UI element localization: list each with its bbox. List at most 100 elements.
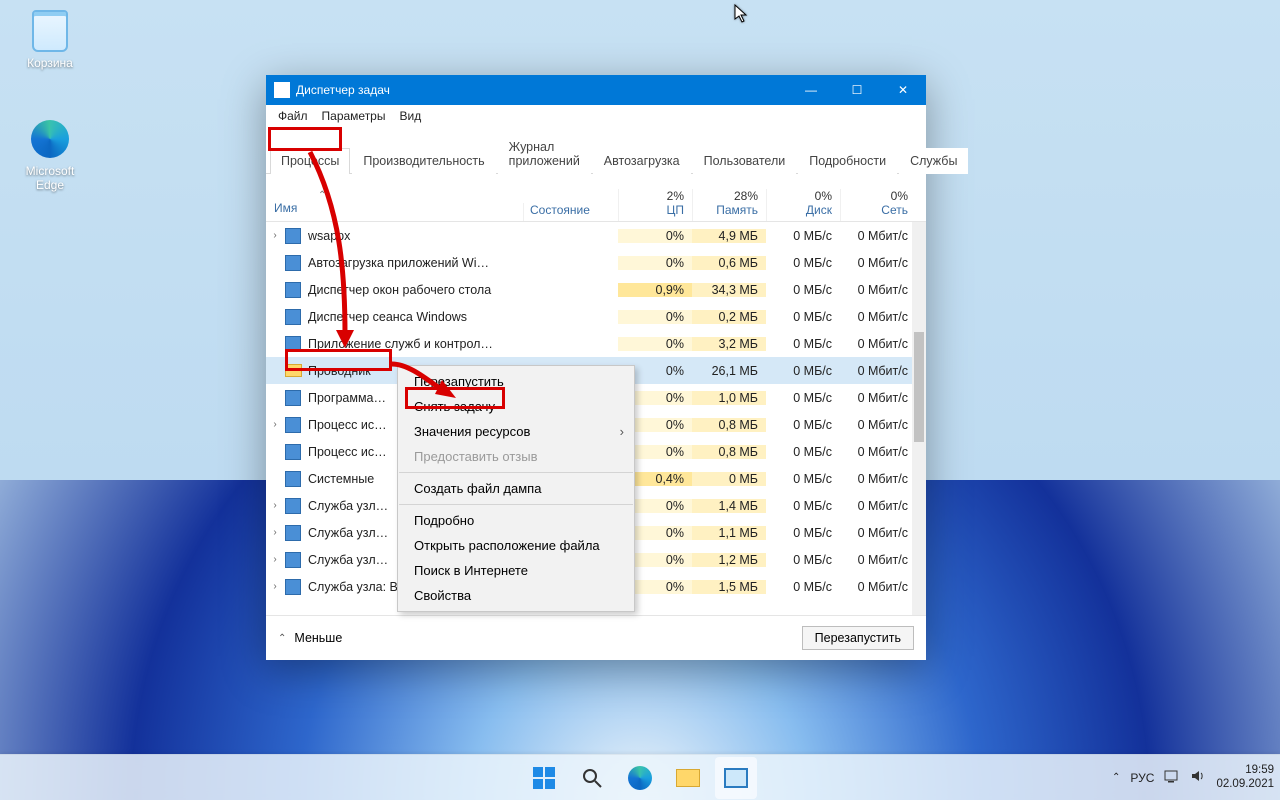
desktop-icon-edge[interactable]: Microsoft Edge bbox=[12, 118, 88, 192]
col-mem[interactable]: Память bbox=[693, 203, 758, 217]
ctx-open-location[interactable]: Открыть расположение файла bbox=[398, 533, 634, 558]
ctx-search-online[interactable]: Поиск в Интернете bbox=[398, 558, 634, 583]
ctx-end-task[interactable]: Снять задачу bbox=[398, 394, 634, 419]
minimize-button[interactable]: — bbox=[788, 75, 834, 105]
ctx-restart[interactable]: Перезапустить bbox=[398, 369, 634, 394]
tray-network-icon[interactable] bbox=[1164, 769, 1180, 786]
ctx-details[interactable]: Подробно bbox=[398, 508, 634, 533]
process-net: 0 Мбит/с bbox=[840, 553, 912, 567]
tab-app-history[interactable]: Журнал приложений bbox=[498, 134, 591, 174]
tray-clock[interactable]: 19:59 02.09.2021 bbox=[1216, 764, 1274, 790]
process-disk: 0 МБ/с bbox=[766, 310, 840, 324]
col-state[interactable]: Состояние bbox=[530, 203, 610, 217]
expand-icon[interactable]: › bbox=[266, 554, 284, 565]
taskbar-edge[interactable] bbox=[619, 757, 661, 799]
process-disk: 0 МБ/с bbox=[766, 256, 840, 270]
titlebar[interactable]: Диспетчер задач — ☐ ✕ bbox=[266, 75, 926, 105]
tray-time: 19:59 bbox=[1216, 764, 1274, 777]
disk-pct: 0% bbox=[767, 189, 832, 203]
ctx-properties[interactable]: Свойства bbox=[398, 583, 634, 608]
context-menu: Перезапустить Снять задачу Значения ресу… bbox=[397, 365, 635, 612]
file-explorer-icon bbox=[676, 769, 700, 787]
menu-options[interactable]: Параметры bbox=[316, 107, 392, 125]
process-disk: 0 МБ/с bbox=[766, 418, 840, 432]
process-net: 0 Мбит/с bbox=[840, 472, 912, 486]
taskbar-center bbox=[523, 757, 757, 799]
edge-icon bbox=[628, 766, 652, 790]
restart-button[interactable]: Перезапустить bbox=[802, 626, 914, 650]
tab-details[interactable]: Подробности bbox=[798, 148, 897, 174]
col-disk[interactable]: Диск bbox=[767, 203, 832, 217]
process-net: 0 Мбит/с bbox=[840, 364, 912, 378]
taskbar: ⌃ РУС 19:59 02.09.2021 bbox=[0, 754, 1280, 800]
fewer-details-link[interactable]: Меньше bbox=[294, 631, 342, 645]
process-mem: 4,9 МБ bbox=[692, 229, 766, 243]
process-cpu: 0% bbox=[618, 229, 692, 243]
process-name: wsappx bbox=[308, 229, 538, 243]
col-cpu[interactable]: ЦП bbox=[619, 203, 684, 217]
vertical-scrollbar[interactable] bbox=[912, 222, 926, 615]
tab-services[interactable]: Службы bbox=[899, 148, 968, 174]
ctx-sep-1 bbox=[399, 472, 633, 473]
ctx-resource-values[interactable]: Значения ресурсов bbox=[398, 419, 634, 444]
process-net: 0 Мбит/с bbox=[840, 337, 912, 351]
desktop-icon-recycle-bin[interactable]: Корзина bbox=[12, 10, 88, 70]
process-icon bbox=[284, 498, 302, 514]
process-row[interactable]: Автозагрузка приложений Wi…0%0,6 МБ0 МБ/… bbox=[266, 249, 926, 276]
tab-startup[interactable]: Автозагрузка bbox=[593, 148, 691, 174]
scrollbar-thumb[interactable] bbox=[914, 332, 924, 442]
tab-performance[interactable]: Производительность bbox=[352, 148, 495, 174]
close-button[interactable]: ✕ bbox=[880, 75, 926, 105]
col-net[interactable]: Сеть bbox=[841, 203, 908, 217]
process-disk: 0 МБ/с bbox=[766, 337, 840, 351]
process-mem: 0 МБ bbox=[692, 472, 766, 486]
col-name[interactable]: Имя bbox=[274, 201, 515, 215]
expand-icon[interactable]: › bbox=[266, 527, 284, 538]
expand-icon[interactable]: › bbox=[266, 500, 284, 511]
expand-icon[interactable]: › bbox=[266, 230, 284, 241]
process-disk: 0 МБ/с bbox=[766, 445, 840, 459]
process-mem: 34,3 МБ bbox=[692, 283, 766, 297]
process-row[interactable]: Диспетчер сеанса Windows0%0,2 МБ0 МБ/с0 … bbox=[266, 303, 926, 330]
expand-icon[interactable]: › bbox=[266, 581, 284, 592]
task-manager-taskbar-icon bbox=[724, 768, 748, 788]
process-row[interactable]: › wsappx 0%4,9 МБ0 МБ/с0 Мбит/с bbox=[266, 222, 926, 249]
process-cpu: 0% bbox=[618, 310, 692, 324]
process-mem: 0,8 МБ bbox=[692, 418, 766, 432]
ctx-sep-2 bbox=[399, 504, 633, 505]
process-row[interactable]: Диспетчер окон рабочего стола0,9%34,3 МБ… bbox=[266, 276, 926, 303]
process-cpu: 0,9% bbox=[618, 283, 692, 297]
process-net: 0 Мбит/с bbox=[840, 229, 912, 243]
process-mem: 0,2 МБ bbox=[692, 310, 766, 324]
menu-view[interactable]: Вид bbox=[393, 107, 427, 125]
process-disk: 0 МБ/с bbox=[766, 364, 840, 378]
tray-language[interactable]: РУС bbox=[1130, 771, 1154, 785]
start-button[interactable] bbox=[523, 757, 565, 799]
process-icon bbox=[284, 552, 302, 568]
expand-icon[interactable]: › bbox=[266, 419, 284, 430]
process-disk: 0 МБ/с bbox=[766, 499, 840, 513]
process-mem: 1,5 МБ bbox=[692, 580, 766, 594]
taskbar-explorer[interactable] bbox=[667, 757, 709, 799]
ctx-create-dump[interactable]: Создать файл дампа bbox=[398, 476, 634, 501]
process-name: Автозагрузка приложений Wi… bbox=[308, 256, 538, 270]
process-cpu: 0% bbox=[618, 256, 692, 270]
search-icon bbox=[580, 766, 604, 790]
taskbar-search[interactable] bbox=[571, 757, 613, 799]
process-mem: 1,4 МБ bbox=[692, 499, 766, 513]
window-title: Диспетчер задач bbox=[296, 83, 390, 97]
process-disk: 0 МБ/с bbox=[766, 229, 840, 243]
process-icon bbox=[284, 417, 302, 433]
maximize-button[interactable]: ☐ bbox=[834, 75, 880, 105]
process-net: 0 Мбит/с bbox=[840, 256, 912, 270]
process-row[interactable]: Приложение служб и контрол…0%3,2 МБ0 МБ/… bbox=[266, 330, 926, 357]
tab-users[interactable]: Пользователи bbox=[693, 148, 797, 174]
taskbar-running-app[interactable] bbox=[715, 757, 757, 799]
process-disk: 0 МБ/с bbox=[766, 580, 840, 594]
tray-overflow-icon[interactable]: ⌃ bbox=[1112, 772, 1120, 783]
tab-processes[interactable]: Процессы bbox=[270, 148, 350, 174]
process-mem: 1,1 МБ bbox=[692, 526, 766, 540]
process-disk: 0 МБ/с bbox=[766, 283, 840, 297]
menu-file[interactable]: Файл bbox=[272, 107, 314, 125]
tray-volume-icon[interactable] bbox=[1190, 769, 1206, 786]
